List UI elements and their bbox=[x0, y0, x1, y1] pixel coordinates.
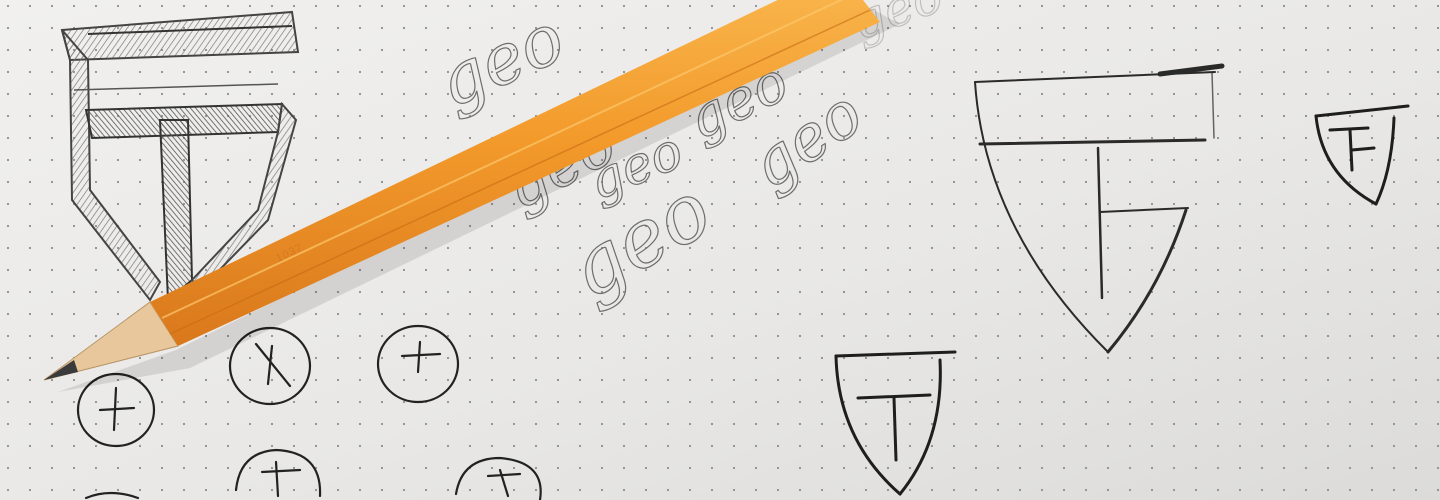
sketch-photo: geo geo geo geo geo geo geo bbox=[0, 0, 1440, 500]
